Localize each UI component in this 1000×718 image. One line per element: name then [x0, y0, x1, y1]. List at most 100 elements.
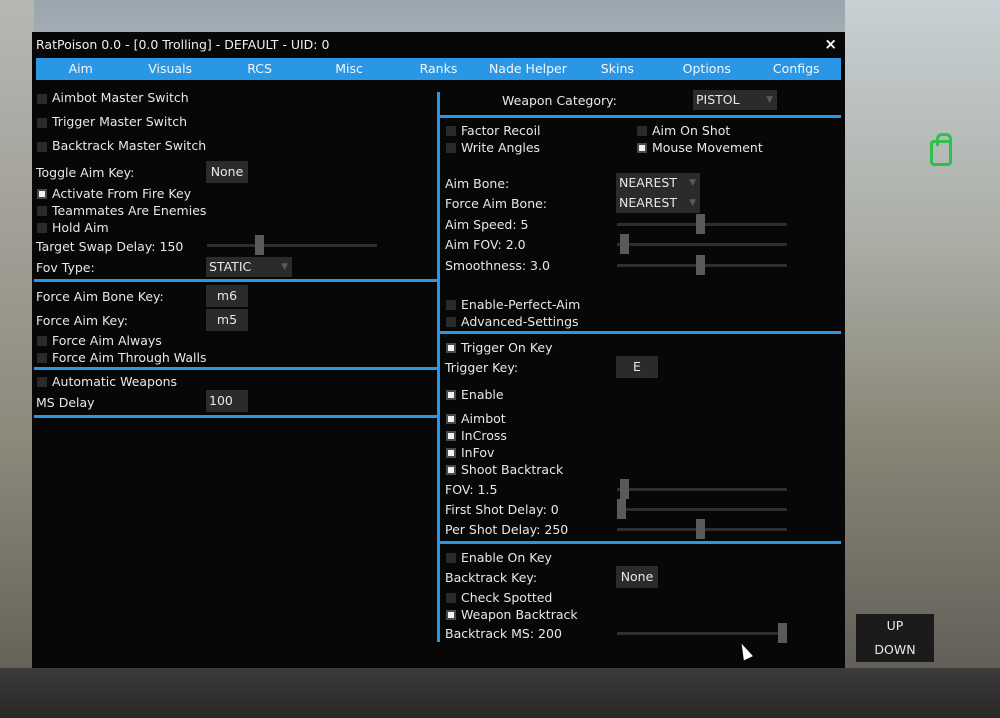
chevron-down-icon: ▼ — [766, 95, 773, 105]
advanced-settings-checkbox[interactable] — [446, 317, 456, 327]
slider-grab[interactable] — [695, 519, 705, 539]
tab-configs[interactable]: Configs — [752, 58, 841, 80]
slider-grab[interactable] — [620, 479, 630, 499]
trigger-enable-checkbox[interactable] — [446, 390, 456, 400]
right-separator-1 — [440, 115, 841, 118]
slider-grab[interactable] — [695, 214, 705, 234]
first-shot-delay-label: First Shot Delay: 0 — [445, 502, 559, 517]
aim-on-shot-label: Aim On Shot — [652, 123, 731, 138]
aim-bone-combo[interactable]: NEAREST ▼ — [616, 173, 700, 193]
left-separator-1 — [34, 279, 438, 282]
teammates-are-enemies-label: Teammates Are Enemies — [52, 203, 207, 218]
trigger-on-key-checkbox[interactable] — [446, 343, 456, 353]
enable-perfect-aim-label: Enable-Perfect-Aim — [461, 297, 581, 312]
close-icon[interactable]: × — [824, 35, 837, 53]
tab-misc[interactable]: Misc — [304, 58, 393, 80]
activate-from-fire-key-label: Activate From Fire Key — [52, 186, 192, 201]
trigger-master-checkbox[interactable] — [37, 118, 47, 128]
slider-grab[interactable] — [620, 234, 630, 254]
toggle-aim-key-button[interactable]: None — [206, 161, 248, 183]
fov-type-value: STATIC — [209, 259, 252, 274]
incross-checkbox[interactable] — [446, 431, 456, 441]
infov-checkbox[interactable] — [446, 448, 456, 458]
enable-perfect-aim-checkbox[interactable] — [446, 300, 456, 310]
force-aim-bone-key-button[interactable]: m6 — [206, 285, 248, 307]
trigger-enable-label: Enable — [461, 387, 504, 402]
force-aim-through-walls-label: Force Aim Through Walls — [52, 350, 207, 365]
mouse-movement-checkbox[interactable] — [637, 143, 647, 153]
tab-nade-helper[interactable]: Nade Helper — [483, 58, 572, 80]
factor-recoil-checkbox[interactable] — [446, 126, 456, 136]
tab-visuals[interactable]: Visuals — [125, 58, 214, 80]
write-angles-label: Write Angles — [461, 140, 541, 155]
chevron-down-icon: ▼ — [689, 198, 696, 208]
left-separator-3 — [34, 415, 438, 418]
trigger-aimbot-checkbox[interactable] — [446, 414, 456, 424]
automatic-weapons-label: Automatic Weapons — [52, 374, 178, 389]
weapon-category-combo[interactable]: PISTOL ▼ — [693, 90, 777, 110]
tab-bar: Aim Visuals RCS Misc Ranks Nade Helper S… — [36, 58, 841, 80]
aim-speed-slider[interactable] — [617, 214, 787, 234]
trigger-key-label: Trigger Key: — [445, 360, 519, 375]
slider-grab[interactable] — [617, 499, 626, 519]
weapon-backtrack-checkbox[interactable] — [446, 610, 456, 620]
slider-grab[interactable] — [255, 235, 265, 255]
ms-delay-input[interactable]: 100 — [206, 390, 248, 412]
column-divider — [437, 92, 440, 642]
slider-grab[interactable] — [695, 255, 705, 275]
hold-aim-checkbox[interactable] — [37, 223, 47, 233]
force-aim-key-button[interactable]: m5 — [206, 309, 248, 331]
force-aim-always-label: Force Aim Always — [52, 333, 162, 348]
game-floor — [0, 668, 1000, 718]
force-aim-bone-label: Force Aim Bone: — [445, 196, 548, 211]
backtrack-key-button[interactable]: None — [616, 566, 658, 588]
backtrack-ms-slider[interactable] — [617, 623, 787, 643]
activate-from-fire-key-checkbox[interactable] — [37, 189, 47, 199]
shoot-backtrack-checkbox[interactable] — [446, 465, 456, 475]
infov-label: InFov — [461, 445, 495, 460]
target-swap-delay-slider[interactable] — [207, 235, 377, 255]
trigger-fov-slider[interactable] — [617, 479, 787, 499]
aim-fov-slider[interactable] — [617, 234, 787, 254]
tab-ranks[interactable]: Ranks — [394, 58, 483, 80]
down-button[interactable]: DOWN — [856, 642, 934, 657]
backtrack-master-label: Backtrack Master Switch — [52, 138, 207, 153]
per-shot-delay-slider[interactable] — [617, 519, 787, 539]
check-spotted-checkbox[interactable] — [446, 593, 456, 603]
tab-rcs[interactable]: RCS — [215, 58, 304, 80]
slider-grab[interactable] — [778, 623, 787, 643]
aimbot-master-checkbox[interactable] — [37, 94, 47, 104]
write-angles-checkbox[interactable] — [446, 143, 456, 153]
force-aim-through-walls-checkbox[interactable] — [37, 353, 47, 363]
first-shot-delay-slider[interactable] — [617, 499, 787, 519]
tab-aim[interactable]: Aim — [36, 58, 125, 80]
force-aim-always-checkbox[interactable] — [37, 336, 47, 346]
force-aim-bone-combo[interactable]: NEAREST ▼ — [616, 193, 700, 213]
tab-options[interactable]: Options — [662, 58, 751, 80]
tab-skins[interactable]: Skins — [573, 58, 662, 80]
teammates-are-enemies-checkbox[interactable] — [37, 206, 47, 216]
chevron-down-icon: ▼ — [689, 178, 696, 188]
aim-on-shot-checkbox[interactable] — [637, 126, 647, 136]
weapon-backtrack-label: Weapon Backtrack — [461, 607, 578, 622]
fov-type-combo[interactable]: STATIC ▼ — [206, 257, 292, 277]
enable-on-key-label: Enable On Key — [461, 550, 552, 565]
up-button[interactable]: UP — [856, 618, 934, 633]
backtrack-master-checkbox[interactable] — [37, 142, 47, 152]
aim-speed-label: Aim Speed: 5 — [445, 217, 529, 232]
per-shot-delay-label: Per Shot Delay: 250 — [445, 522, 569, 537]
incross-label: InCross — [461, 428, 507, 443]
hold-aim-label: Hold Aim — [52, 220, 109, 235]
ratpoison-menu-window: RatPoison 0.0 - [0.0 Trolling] - DEFAULT… — [32, 32, 845, 668]
aim-bone-value: NEAREST — [619, 175, 677, 190]
automatic-weapons-checkbox[interactable] — [37, 377, 47, 387]
enable-on-key-checkbox[interactable] — [446, 553, 456, 563]
aim-fov-label: Aim FOV: 2.0 — [445, 237, 526, 252]
smoothness-slider[interactable] — [617, 255, 787, 275]
fov-type-label: Fov Type: — [36, 260, 95, 275]
aim-bone-label: Aim Bone: — [445, 176, 510, 191]
ms-delay-label: MS Delay — [36, 395, 95, 410]
trigger-key-button[interactable]: E — [616, 356, 658, 378]
trigger-master-label: Trigger Master Switch — [52, 114, 188, 129]
mouse-movement-label: Mouse Movement — [652, 140, 763, 155]
